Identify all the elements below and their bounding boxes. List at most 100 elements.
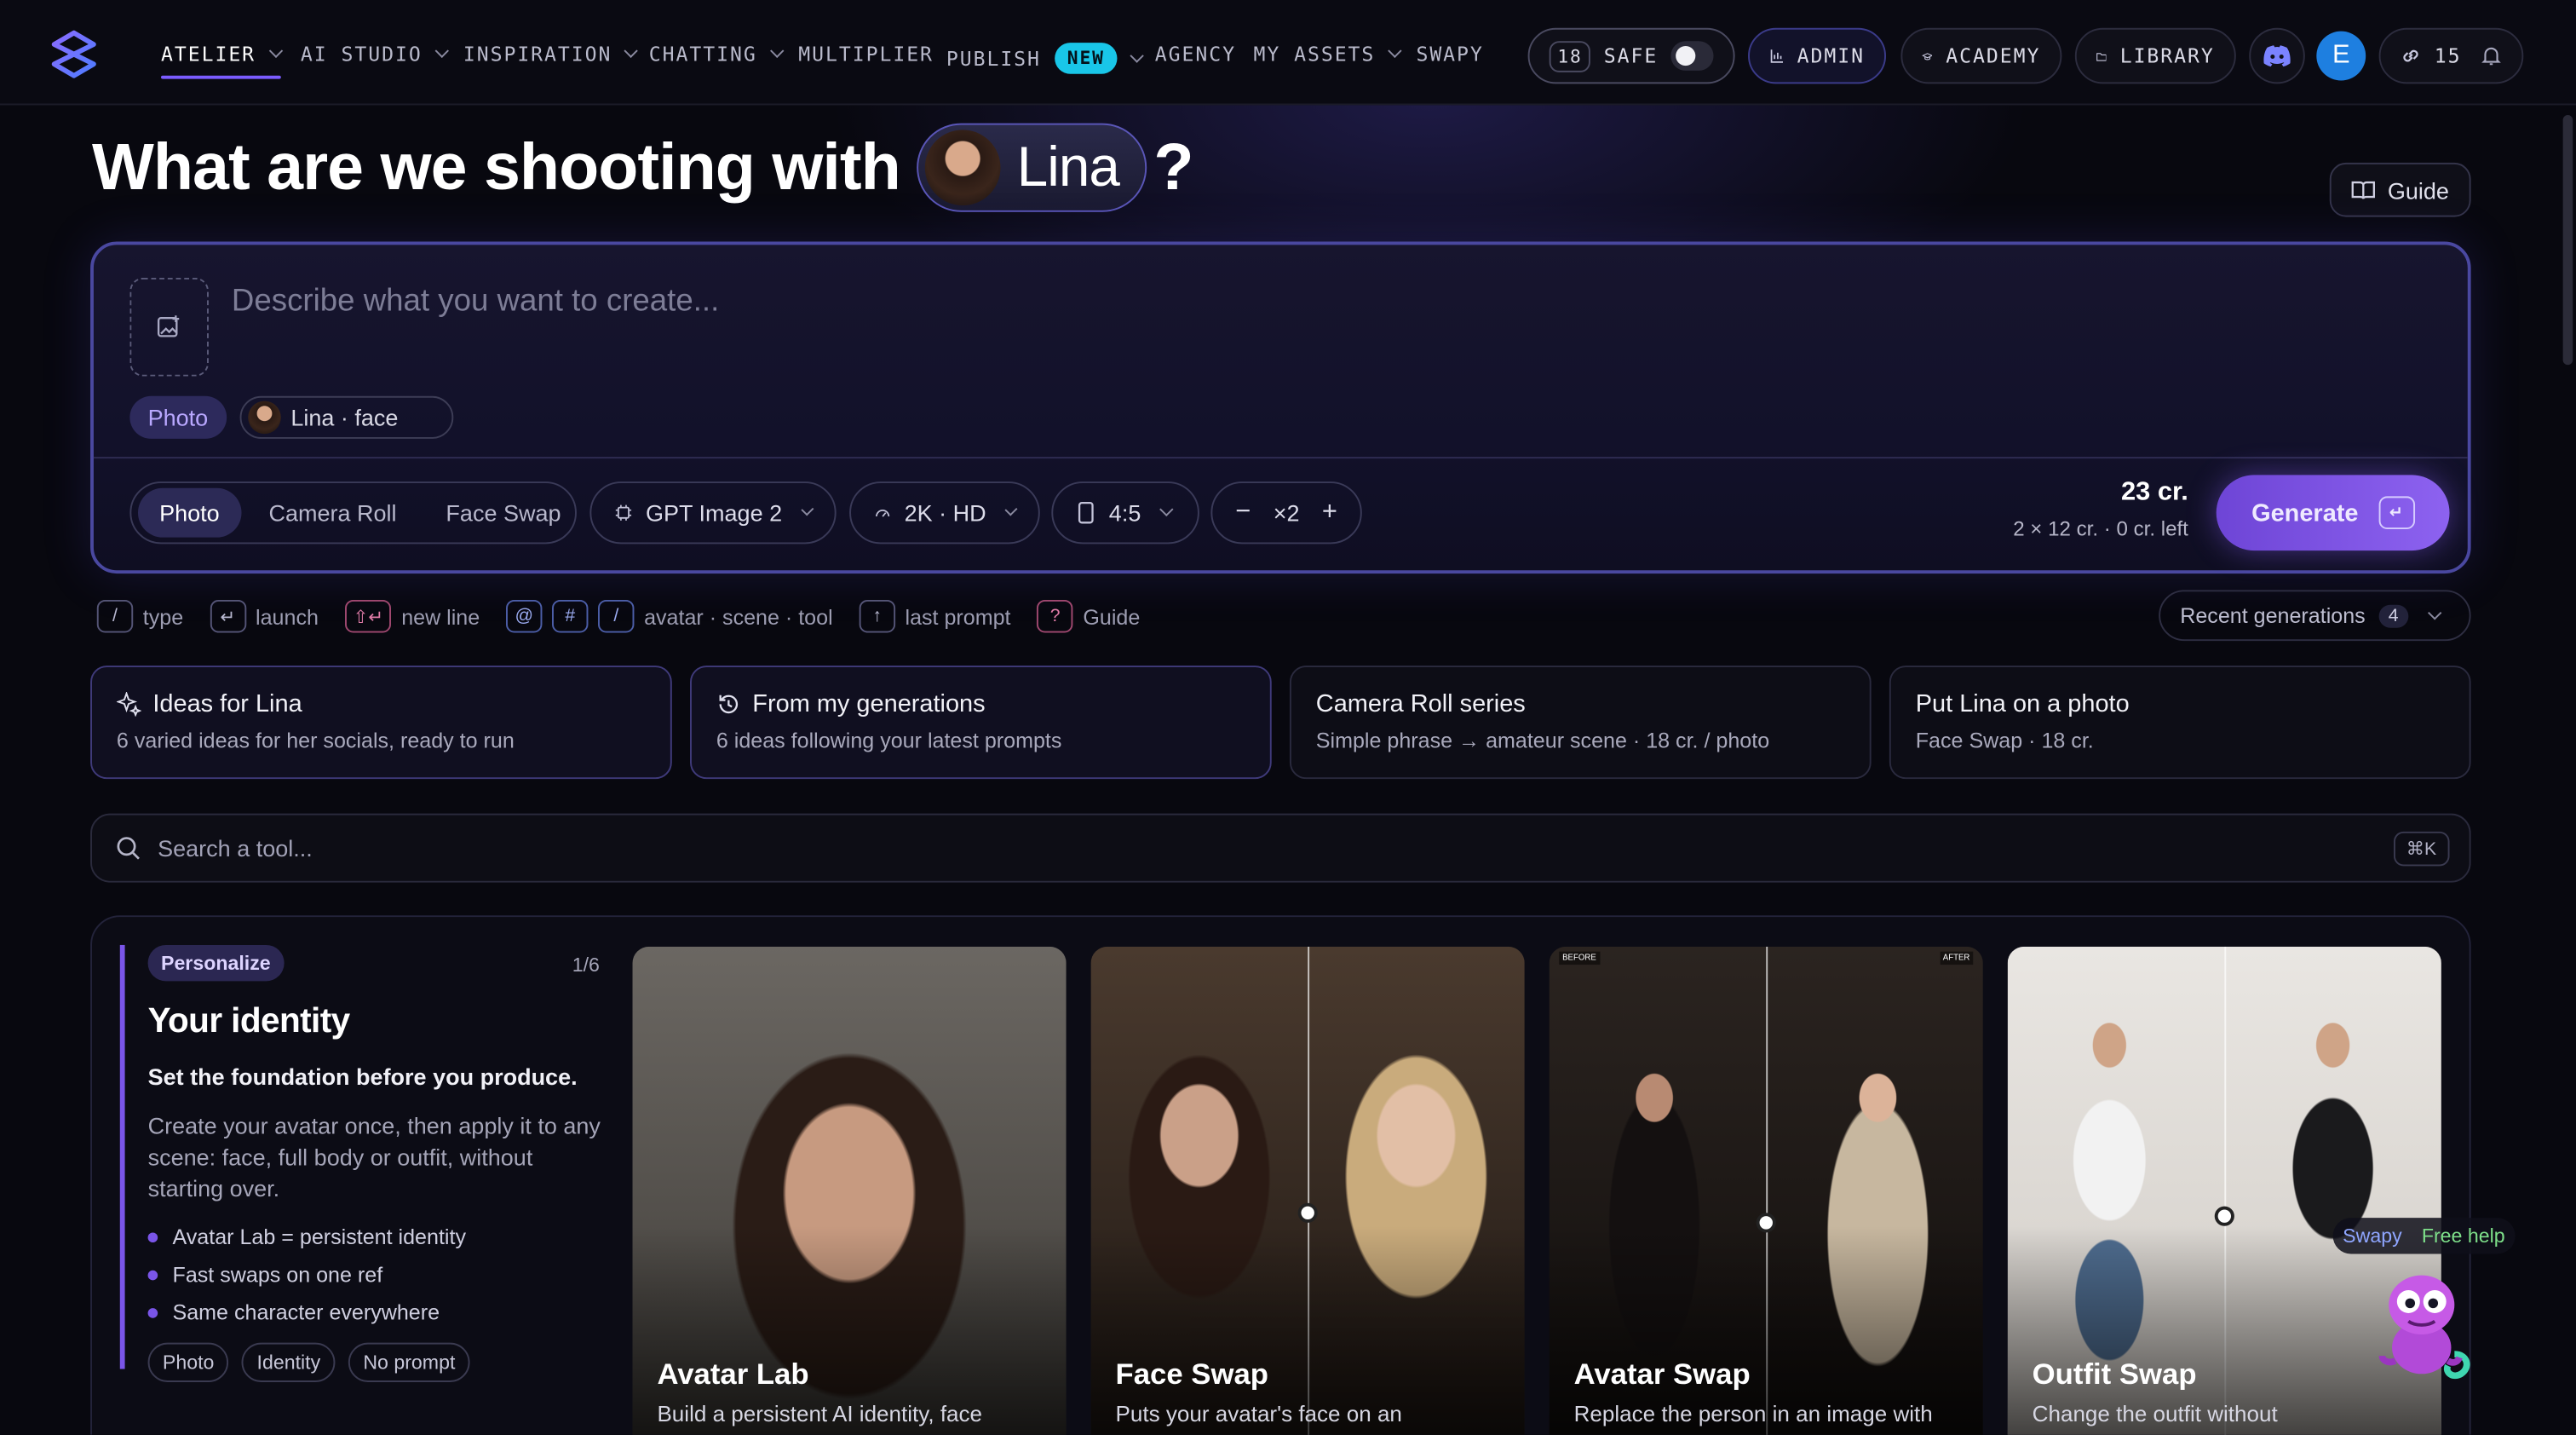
tool-search[interactable]: Search a tool... ⌘K [90,813,2471,883]
nav-item-chatting[interactable]: CHATTING [649,43,785,66]
credits-button[interactable]: 15 [2378,27,2524,84]
chevron-down-icon [434,43,450,58]
tool-card-avatar-lab[interactable]: Avatar Lab Build a persistent AI identit… [632,946,1067,1435]
after-label: AFTER [1939,951,1974,965]
list-item: Fast swaps on one ref [147,1255,613,1293]
bullet-dot [147,1269,158,1280]
resolution-select[interactable]: 2K · HD [849,481,1040,545]
shortcut-key: @ [506,599,543,633]
guide-label: Guide [2387,176,2449,204]
page-scrollbar[interactable] [2562,115,2573,366]
nav-label: MULTIPLIER [798,43,934,66]
quantity-value: ×2 [1273,499,1300,527]
shortcut-label: Guide [1083,603,1141,629]
top-navigation: ATELIER AI STUDIO INSPIRATION CHATTING M… [0,0,2576,106]
safe-toggle-switch[interactable] [1670,41,1714,71]
shortcut-key: / [598,599,635,633]
nav-item-ai-studio[interactable]: AI STUDIO [300,43,450,66]
swapy-mascot-icon[interactable] [2372,1262,2477,1384]
bar-chart-icon [1770,49,1783,63]
nav-item-swapy[interactable]: SWAPY [1416,43,1483,66]
quick-card-ideas[interactable]: Ideas for Lina 6 varied ideas for her so… [90,666,672,780]
mode-face-swap[interactable]: Face Swap [424,488,582,538]
nav-label: AI STUDIO [300,43,423,66]
tool-description: Build a persistent AI identity, face [657,1402,983,1427]
avatar-selector[interactable]: Lina [917,123,1147,212]
compare-handle[interactable] [2214,1206,2234,1226]
shortcut-hint: ? Guide [1037,599,1141,633]
history-icon [719,694,739,714]
new-badge: NEW [1054,43,1118,74]
prompt-tag-photo[interactable]: Photo [129,395,227,439]
prompt-tag-avatar[interactable]: Lina · face [239,395,454,439]
shortcut-hint: ⇧↵ new line [344,599,480,633]
nav-item-multiplier[interactable]: MULTIPLIER [798,43,934,66]
swapy-help-bubble[interactable]: Swapy Free help [2332,1218,2516,1254]
bullet-text: Fast swaps on one ref [172,1262,383,1288]
graduation-cap-icon [1922,52,1933,60]
recent-generations-button[interactable]: Recent generations 4 [2159,590,2471,642]
shortcut-hint: / type [96,599,183,633]
generate-button[interactable]: Generate ↵ [2216,475,2450,551]
shortcut-hint: ↑ last prompt [859,599,1011,633]
quick-card-face-swap[interactable]: Put Lina on a photo Face Swap · 18 cr. [1889,666,2471,780]
identity-intro: Personalize 1/6 Your identity Set the fo… [119,944,613,1382]
bullet-dot [147,1231,158,1242]
nav-item-atelier[interactable]: ATELIER [161,43,283,79]
quick-card-camera-roll[interactable]: Camera Roll series Simple phrase → amate… [1289,666,1872,780]
model-select[interactable]: GPT Image 2 [589,481,837,545]
plus-icon[interactable]: + [1322,498,1337,527]
shortcut-key: ↵ [210,599,246,633]
mode-camera-roll[interactable]: Camera Roll [247,488,417,538]
bell-icon[interactable] [2481,44,2503,67]
guide-button[interactable]: Guide [2329,162,2471,217]
user-avatar[interactable]: E [2316,31,2366,81]
cost-detail: 2 × 12 cr. · 0 cr. left [2013,517,2188,541]
library-button[interactable]: LIBRARY [2074,27,2236,84]
tag: No prompt [348,1342,470,1382]
image-add-icon [157,315,180,337]
mode-photo[interactable]: Photo [138,487,241,538]
enter-key-icon: ↵ [2378,496,2415,530]
quantity-stepper: − ×2 + [1210,481,1362,545]
model-label: GPT Image 2 [646,499,783,527]
list-item: Avatar Lab = persistent identity [147,1218,613,1255]
recent-count: 4 [2378,603,2409,627]
quick-card-from-generations[interactable]: From my generations 6 ideas following yo… [690,666,1272,780]
shortcut-hint: ↵ launch [210,599,319,633]
nav-item-publish[interactable]: PUBLISH NEW [946,43,1145,74]
avatar-thumbnail [924,130,1001,206]
compare-handle[interactable] [1297,1202,1318,1223]
image-upload-button[interactable] [129,277,209,377]
nav-item-agency[interactable]: AGENCY [1155,43,1236,66]
bullet-dot [147,1307,158,1317]
nav-item-inspiration[interactable]: INSPIRATION [463,43,639,66]
app-root: ATELIER AI STUDIO INSPIRATION CHATTING M… [0,0,2576,1435]
search-icon [117,837,140,860]
prompt-input[interactable]: Describe what you want to create... [232,285,719,320]
discord-button[interactable] [2249,27,2305,84]
chevron-down-icon [1388,43,1402,58]
admin-button[interactable]: ADMIN [1748,27,1887,84]
swapy-help: Free help [2421,1224,2505,1248]
aspect-ratio-select[interactable]: 4:5 [1051,481,1199,545]
page-title: What are we shooting with Lina ? [92,122,1193,214]
minus-icon[interactable]: − [1235,498,1251,527]
tool-card-face-swap[interactable]: Face Swap Puts your avatar's face on an [1090,946,1525,1435]
search-shortcut: ⌘K [2393,831,2450,867]
prompt-composer: Describe what you want to create... Phot… [90,241,2471,574]
safe-mode-toggle[interactable]: 18 SAFE [1527,27,1735,84]
academy-button[interactable]: ACADEMY [1900,27,2062,84]
brand-logo-icon[interactable] [49,30,99,79]
before-label: BEFORE [1559,951,1600,965]
nav-item-my-assets[interactable]: MY ASSETS [1254,43,1402,66]
discord-icon [2263,45,2291,67]
bullet-text: Avatar Lab = persistent identity [172,1224,466,1249]
tool-description: Replace the person in an image with [1573,1402,1933,1427]
chevron-down-icon [268,43,283,58]
search-input[interactable]: Search a tool... [158,835,313,862]
shortcut-label: last prompt [905,603,1011,629]
nav-label: INSPIRATION [463,43,612,66]
portrait-frame-icon [1078,501,1094,524]
tool-card-avatar-swap[interactable]: BEFORE AFTER Avatar Swap Replace the per… [1549,946,1983,1435]
